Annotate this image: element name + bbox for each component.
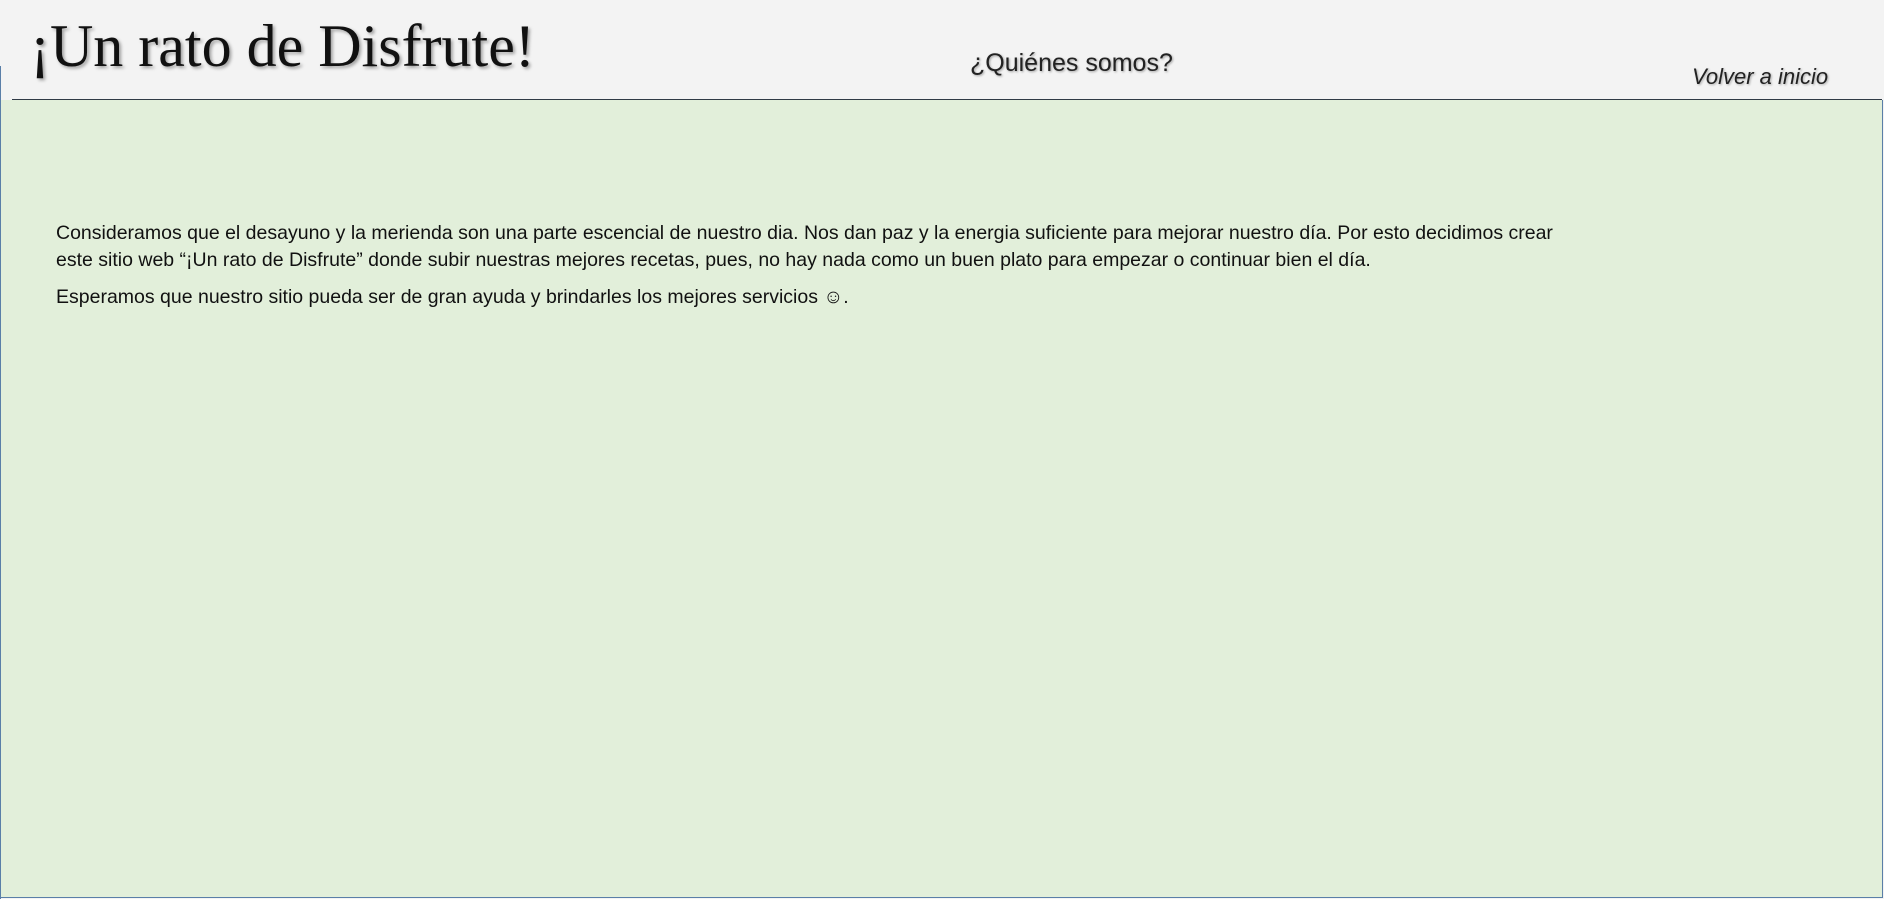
about-paragraph-closing: Esperamos que nuestro sitio pueda ser de… <box>56 286 849 308</box>
about-paragraph-intro: Consideramos que el desayuno y la merien… <box>56 222 1553 271</box>
content-panel: Consideramos que el desayuno y la merien… <box>1 100 1883 898</box>
about-text: Consideramos que el desayuno y la merien… <box>56 220 1566 321</box>
site-header: ¡Un rato de Disfrute! ¿Quiénes somos? Vo… <box>0 0 1884 100</box>
nav-link-about-us[interactable]: ¿Quiénes somos? <box>970 48 1173 78</box>
nav-link-back-home[interactable]: Volver a inicio <box>1692 64 1828 90</box>
site-title: ¡Un rato de Disfrute! <box>30 13 535 79</box>
page: ¡Un rato de Disfrute! ¿Quiénes somos? Vo… <box>0 0 1884 899</box>
